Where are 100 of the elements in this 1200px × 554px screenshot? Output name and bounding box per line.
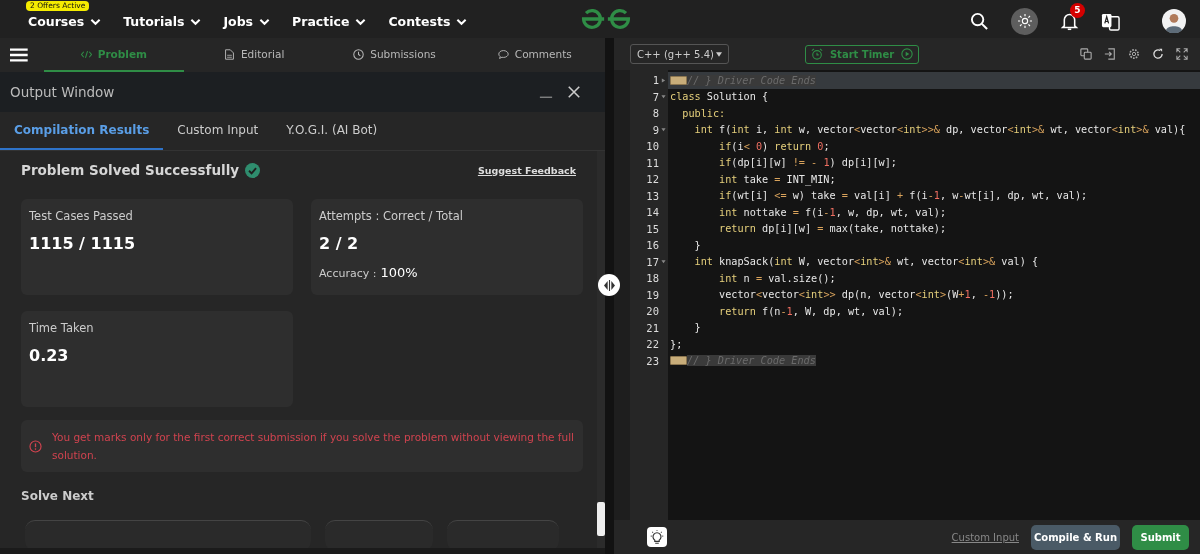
line-number: 21 xyxy=(646,321,659,334)
document-icon xyxy=(224,48,235,60)
stat-value: 1115 / 1115 xyxy=(29,234,137,253)
problem-tab[interactable]: Submissions xyxy=(324,38,465,72)
suggest-feedback-link[interactable]: Suggest Feedback xyxy=(477,164,576,176)
chevron-down-icon xyxy=(355,17,367,26)
copy-icon[interactable] xyxy=(1080,48,1092,60)
code-line: } xyxy=(693,239,701,251)
line-number: 19 xyxy=(646,288,659,301)
code-line: if(wt[i] <= w) take = val[i] + f(i-1, w-wt[i], dp, wt, val); xyxy=(718,190,1088,202)
footer-button[interactable]: Submit xyxy=(1132,524,1189,550)
code-line: if(dp[i][w] != - 1) dp[i][w]; xyxy=(718,157,897,169)
fold-arrow-icon[interactable] xyxy=(661,77,666,83)
nav-menu-item[interactable]: Practice xyxy=(292,14,367,29)
footer-button[interactable]: Compile & Run xyxy=(1031,524,1120,550)
chevron-down-icon xyxy=(90,17,102,26)
line-number: 11 xyxy=(646,156,659,169)
stat-value: 0.23 xyxy=(29,346,70,365)
theme-toggle-button[interactable] xyxy=(1011,7,1038,35)
scrollbar[interactable] xyxy=(597,151,605,548)
code-editor[interactable] xyxy=(614,70,1200,520)
menu-icon[interactable] xyxy=(10,47,28,63)
nav-menu-item[interactable]: Contests xyxy=(388,14,468,29)
fold-arrow-icon[interactable] xyxy=(661,127,666,133)
settings-icon[interactable] xyxy=(1128,48,1140,60)
problem-tab[interactable]: Editorial xyxy=(184,38,325,72)
output-tab[interactable]: Compilation Results xyxy=(0,112,164,150)
bell-icon[interactable] xyxy=(1060,11,1079,31)
fold-arrow-icon[interactable] xyxy=(661,259,666,265)
notification-badge: 5 xyxy=(1070,2,1085,18)
chevron-down-icon xyxy=(259,17,271,26)
code-line: public: xyxy=(681,107,726,119)
folded-code-marker[interactable] xyxy=(670,75,687,85)
close-icon[interactable] xyxy=(567,85,581,99)
check-circle-icon xyxy=(245,162,261,178)
code-line: vector<vector<int>> dp(n, vector<int>(W+1, -1)); xyxy=(718,289,1014,301)
sun-icon xyxy=(1017,14,1032,28)
section-heading: Solve Next xyxy=(21,489,95,503)
accuracy-value: 100% xyxy=(380,265,418,280)
line-number: 15 xyxy=(646,222,659,235)
lightbulb-icon xyxy=(649,529,665,545)
stat-value: 2 / 2 xyxy=(319,234,360,253)
hint-button[interactable] xyxy=(647,527,667,547)
line-number: 10 xyxy=(646,140,659,153)
stat-label: Time Taken xyxy=(29,321,95,335)
line-number: 20 xyxy=(646,305,659,318)
split-arrows-icon xyxy=(602,279,616,291)
caret-icon xyxy=(715,51,722,57)
notice-text: You get marks only for the first correct submission if you solve the problem without viewing the full solution. xyxy=(52,430,575,463)
expand-icon[interactable] xyxy=(1176,48,1188,60)
line-number: 17 xyxy=(646,255,659,268)
search-icon[interactable] xyxy=(970,11,989,31)
refresh-icon[interactable] xyxy=(1152,48,1164,60)
fold-arrow-icon[interactable] xyxy=(661,94,666,100)
code-line: int nottake = f(i-1, w, dp, wt, val); xyxy=(718,206,947,218)
code-line: return f(n-1, W, dp, wt, val); xyxy=(718,305,904,317)
code-line: if(i< 0) return 0; xyxy=(718,140,830,152)
line-number: 12 xyxy=(646,173,659,186)
stat-label: Test Cases Passed xyxy=(29,209,134,223)
line-number: 23 xyxy=(646,354,659,367)
line-number: 8 xyxy=(652,107,659,120)
clock-icon xyxy=(353,48,365,60)
start-timer-button[interactable]: Start Timer xyxy=(804,44,920,64)
code-line: int take = INT_MIN; xyxy=(718,173,836,185)
code-line: int n = val.size(); xyxy=(718,272,836,284)
line-number: 13 xyxy=(646,189,659,202)
file-import-icon[interactable] xyxy=(1104,48,1116,60)
code-icon xyxy=(80,48,92,60)
folded-code-marker[interactable] xyxy=(670,356,687,366)
nav-menu-item[interactable]: Jobs xyxy=(223,14,271,29)
nav-menu-item[interactable]: Tutorials xyxy=(123,14,202,29)
chevron-down-icon xyxy=(456,17,468,26)
alert-icon xyxy=(29,439,42,453)
play-icon xyxy=(901,48,914,60)
line-number: 14 xyxy=(646,206,659,219)
line-number: 7 xyxy=(652,90,659,103)
alarm-clock-icon xyxy=(810,48,823,60)
line-number: 16 xyxy=(646,239,659,252)
custom-input-link[interactable]: Custom Input xyxy=(951,531,1019,543)
line-number: 22 xyxy=(646,338,659,351)
output-tab[interactable]: Custom Input xyxy=(163,112,273,150)
code-line: class Solution { xyxy=(670,91,769,103)
stat-label: Attempts : Correct / Total xyxy=(319,209,464,223)
code-line: }; xyxy=(670,338,683,350)
status-heading: Problem Solved Successfully xyxy=(21,162,240,178)
accuracy-label: Accuracy : xyxy=(319,267,377,280)
translate-icon[interactable] xyxy=(1101,11,1120,31)
line-number: 9 xyxy=(652,123,659,136)
code-line: int f(int i, int w, vector<vector<int>>& dp, vector<int>& wt, vector<int>& val){ xyxy=(693,124,1186,136)
output-tab[interactable]: Y.O.G.I. (AI Bot) xyxy=(272,112,392,150)
chevron-down-icon xyxy=(190,17,202,26)
window-title: Output Window xyxy=(10,84,115,100)
problem-tab[interactable]: Comments xyxy=(464,38,605,72)
code-line: return dp[i][w] = max(take, nottake); xyxy=(718,223,947,235)
language-select[interactable]: C++ (g++ 5.4) xyxy=(630,44,729,64)
line-number: 1 xyxy=(652,74,659,87)
chat-bubble-icon xyxy=(497,48,509,60)
code-line: } xyxy=(693,322,701,334)
avatar-icon[interactable] xyxy=(1162,9,1186,33)
line-number: 18 xyxy=(646,272,659,285)
